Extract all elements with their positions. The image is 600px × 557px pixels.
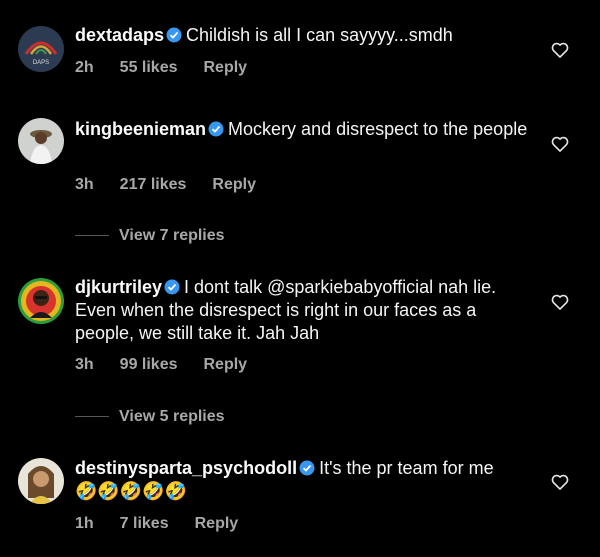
heart-icon[interactable]: [550, 292, 570, 312]
reply-button[interactable]: Reply: [212, 176, 256, 193]
likes-count[interactable]: 55 likes: [120, 59, 178, 76]
comment-text: Mockery and disrespect to the people: [228, 119, 528, 139]
timestamp: 1h: [75, 515, 94, 532]
comment-text-block: djkurtriley I dont talk @sparkiebabyoffic…: [75, 276, 540, 345]
view-replies-button[interactable]: View 7 replies: [75, 227, 225, 245]
timestamp: 3h: [75, 356, 94, 373]
avatar-text: DAPS: [33, 60, 49, 66]
timestamp: 3h: [75, 176, 94, 193]
view-replies-label: View 5 replies: [119, 408, 225, 425]
avatar-djkurtriley[interactable]: [18, 278, 64, 324]
verified-badge-icon: [164, 279, 180, 295]
divider: [75, 416, 109, 418]
heart-icon[interactable]: [550, 134, 570, 154]
heart-icon[interactable]: [550, 40, 570, 60]
view-replies-button[interactable]: View 5 replies: [75, 408, 225, 426]
avatar-dextadaps[interactable]: DAPS: [18, 26, 64, 72]
comment-text-block: kingbeenieman Mockery and disrespect to t…: [75, 118, 540, 141]
username[interactable]: dextadaps: [75, 25, 164, 45]
timestamp: 2h: [75, 59, 94, 76]
likes-count[interactable]: 217 likes: [120, 176, 187, 193]
view-replies-label: View 7 replies: [119, 227, 225, 244]
comment-meta: 1h 7 likes Reply: [75, 515, 264, 533]
reply-button[interactable]: Reply: [204, 59, 248, 76]
comment-text: Childish is all I can sayyyy...smdh: [186, 25, 453, 45]
reply-button[interactable]: Reply: [195, 515, 239, 532]
comment-text-block: destinysparta_psychodoll It's the pr team…: [75, 457, 540, 503]
likes-count[interactable]: 7 likes: [120, 515, 169, 532]
comment-meta: 2h 55 likes Reply: [75, 59, 273, 77]
comment-meta: 3h 217 likes Reply: [75, 176, 282, 194]
likes-count[interactable]: 99 likes: [120, 356, 178, 373]
username[interactable]: destinysparta_psychodoll: [75, 458, 297, 478]
username[interactable]: djkurtriley: [75, 277, 162, 297]
divider: [75, 235, 109, 237]
avatar-kingbeenieman[interactable]: [18, 118, 64, 164]
verified-badge-icon: [299, 460, 315, 476]
comment-meta: 3h 99 likes Reply: [75, 356, 273, 374]
verified-badge-icon: [208, 121, 224, 137]
reply-button[interactable]: Reply: [204, 356, 248, 373]
emoji-laughing: 🤣🤣🤣🤣🤣: [75, 481, 188, 501]
heart-icon[interactable]: [550, 472, 570, 492]
comment-text-block: dextadaps Childish is all I can sayyyy...…: [75, 24, 540, 47]
comment-text: It's the pr team for me: [319, 458, 494, 478]
username[interactable]: kingbeenieman: [75, 119, 206, 139]
avatar-destinysparta[interactable]: [18, 458, 64, 504]
verified-badge-icon: [166, 27, 182, 43]
